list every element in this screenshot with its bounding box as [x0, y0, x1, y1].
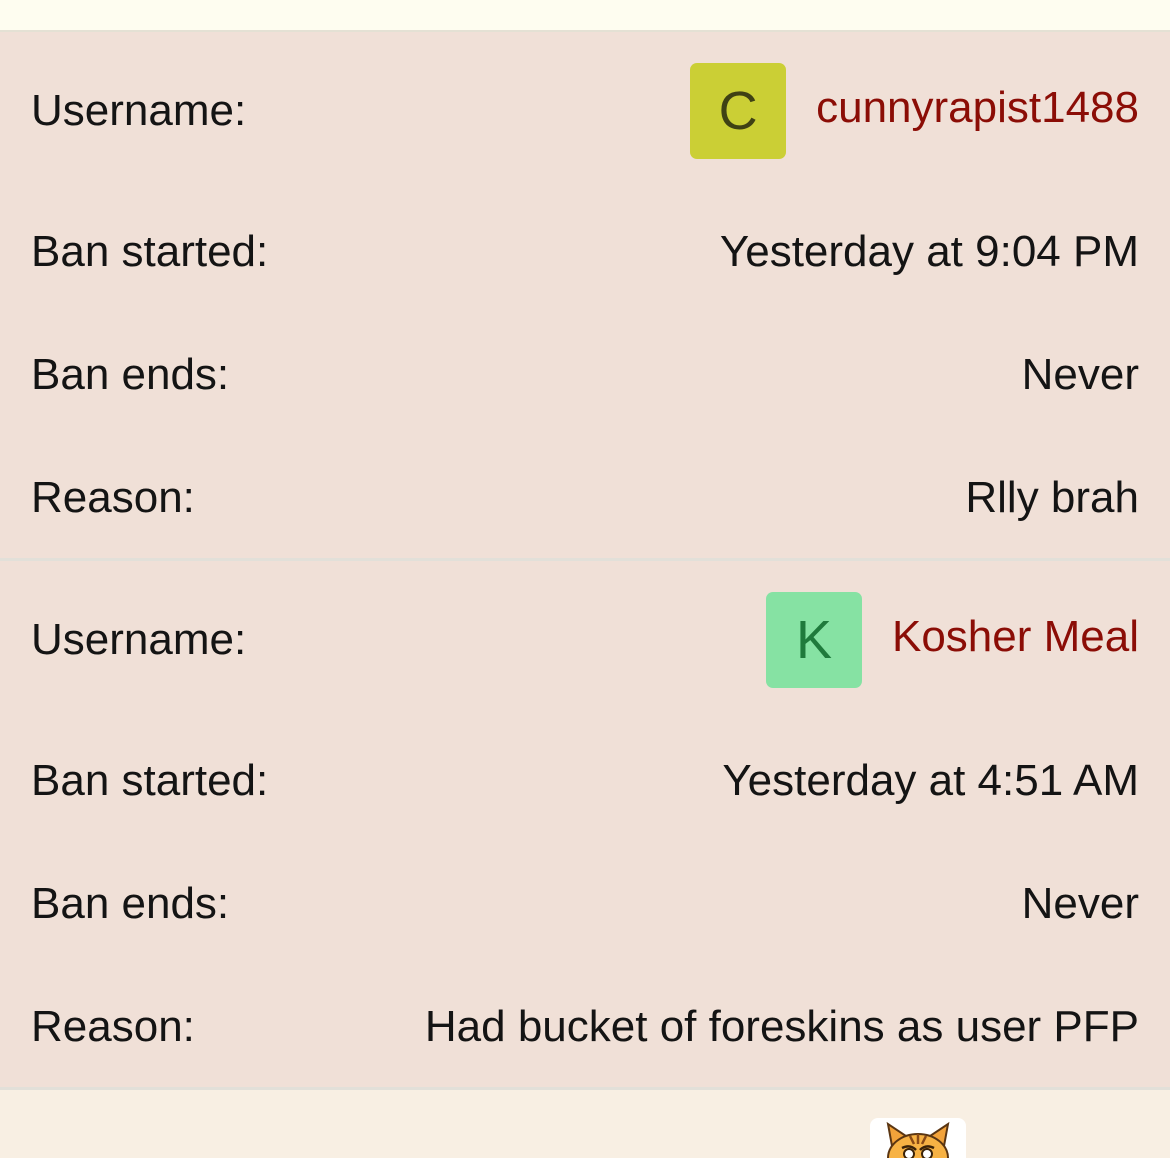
username-link[interactable]: cunnyrapist1488: [816, 82, 1139, 134]
ban-ends-row: Ban ends: Never: [0, 349, 1170, 401]
cartoon-avatar-icon: [886, 1121, 950, 1158]
ban-started-value: Yesterday at 4:51 AM: [722, 756, 1139, 805]
avatar-letter: K: [795, 610, 832, 670]
user-info[interactable]: C cunnyrapist1488: [690, 63, 1139, 159]
avatar[interactable]: K: [765, 592, 862, 688]
ban-started-label: Ban started:: [31, 756, 269, 805]
ban-started-row: Ban started: Yesterday at 9:04 PM: [0, 226, 1170, 278]
ban-ends-label: Ban ends:: [31, 879, 230, 928]
ban-ends-value: Never: [1021, 350, 1139, 399]
reason-label: Reason:: [31, 473, 195, 522]
ban-ends-label: Ban ends:: [31, 350, 230, 399]
username-link[interactable]: Kosher Meal: [892, 611, 1139, 663]
ban-ends-value: Never: [1021, 879, 1139, 928]
avatar-letter: C: [718, 81, 758, 141]
bottom-bar: [0, 1090, 1170, 1158]
ban-card: Username: K Kosher Meal Ban started: Yes…: [0, 561, 1170, 1090]
ban-started-row: Ban started: Yesterday at 4:51 AM: [0, 755, 1170, 807]
ban-started-value: Yesterday at 9:04 PM: [719, 227, 1139, 276]
reason-label: Reason:: [31, 1002, 195, 1051]
avatar[interactable]: C: [690, 63, 787, 159]
reason-value: Rlly brah: [965, 473, 1139, 522]
ban-ends-row: Ban ends: Never: [0, 878, 1170, 930]
top-strip: [0, 0, 1170, 32]
reason-row: Reason: Had bucket of foreskins as user …: [0, 1001, 1170, 1053]
user-info[interactable]: K Kosher Meal: [765, 592, 1139, 688]
username-row: Username: K Kosher Meal: [0, 592, 1170, 688]
reason-value: Had bucket of foreskins as user PFP: [424, 1002, 1139, 1051]
ban-started-label: Ban started:: [31, 227, 269, 276]
user-avatar-image[interactable]: [870, 1118, 966, 1158]
ban-card: Username: C cunnyrapist1488 Ban started:…: [0, 32, 1170, 561]
username-label: Username:: [31, 86, 247, 135]
username-row: Username: C cunnyrapist1488: [0, 63, 1170, 159]
username-label: Username:: [31, 615, 247, 664]
reason-row: Reason: Rlly brah: [0, 472, 1170, 524]
